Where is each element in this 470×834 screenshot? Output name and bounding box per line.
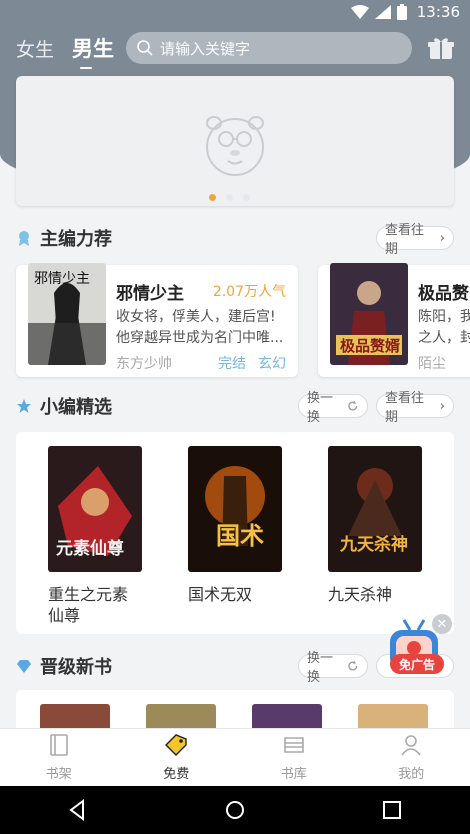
banner-pagination	[209, 194, 250, 201]
nav-bookshelf[interactable]: 书架	[0, 729, 118, 786]
view-history-button[interactable]: 查看往期 ›	[376, 223, 454, 257]
bottom-navigation: 书架 免费 书库 我的	[0, 728, 470, 786]
tab-female[interactable]: 女生	[16, 35, 54, 62]
book-title: 国术无双	[188, 585, 253, 604]
book-title: 邪情少主	[116, 284, 184, 304]
medal-icon	[19, 231, 29, 246]
book-author: 陌尘	[418, 356, 446, 372]
nav-label: 书库	[280, 767, 307, 782]
view-history-button[interactable]: 查看往期 ›	[376, 391, 454, 425]
refresh-button[interactable]: 换一换	[298, 651, 368, 685]
search-input[interactable]: 请输入关键字	[126, 32, 412, 64]
close-icon[interactable]: ✕	[432, 614, 452, 634]
nav-label: 书架	[45, 767, 72, 782]
book-description: 陈阳，我之人，封	[418, 309, 470, 346]
nav-profile[interactable]: 我的	[353, 729, 470, 786]
book-item[interactable]: 九天杀神 九天杀神	[328, 446, 422, 605]
system-navigation	[0, 786, 470, 834]
book-cover: 国术	[188, 446, 282, 572]
gift-icon[interactable]	[428, 36, 454, 60]
section-small-pick: 小编精选 换一换 查看往期 ›	[0, 390, 470, 425]
banner-carousel[interactable]	[16, 76, 454, 206]
banner-dot-active	[209, 194, 216, 201]
book-title: 极品赘	[418, 284, 469, 304]
nav-library[interactable]: 书库	[235, 729, 353, 786]
remove-ads-label: 免广告	[390, 654, 444, 674]
nav-label: 我的	[398, 767, 425, 782]
back-icon[interactable]	[67, 799, 89, 821]
book-tags: 完结 玄幻	[218, 353, 286, 373]
wifi-icon	[350, 5, 369, 19]
refresh-label: 换一换	[307, 651, 334, 685]
clock: 13:36	[416, 3, 460, 21]
nav-label: 免费	[163, 767, 190, 782]
search-placeholder: 请输入关键字	[160, 39, 251, 58]
featured-book-card[interactable]: 极品赘婿 极品赘 陈阳，我之人，封 陌尘	[318, 263, 470, 377]
free-tag-icon	[165, 734, 187, 756]
book-cover[interactable]	[146, 704, 216, 730]
picks-card: 元素仙尊 重生之元素仙尊 国术 国术无双 九天杀神 九天杀神	[16, 432, 454, 634]
popularity-count: 2.07万人气	[212, 284, 286, 300]
home-icon[interactable]	[224, 799, 246, 821]
chevron-right-icon: ›	[439, 230, 445, 246]
new-books-card	[16, 690, 454, 730]
book-author: 东方少帅	[116, 356, 172, 372]
book-cover: 元素仙尊	[48, 446, 142, 572]
nav-free[interactable]: 免费	[118, 729, 236, 786]
book-item[interactable]: 元素仙尊 重生之元素仙尊	[48, 446, 142, 626]
banner-dot	[243, 194, 250, 201]
svg-text:邪情少主: 邪情少主	[34, 271, 90, 287]
refresh-button[interactable]: 换一换	[298, 391, 368, 425]
bookshelf-icon	[49, 734, 68, 756]
book-title: 重生之元素仙尊	[48, 585, 129, 625]
section-title: 晋级新书	[40, 657, 112, 678]
svg-text:国术: 国术	[216, 521, 264, 550]
book-cover[interactable]	[252, 704, 322, 730]
library-icon	[283, 737, 304, 753]
tab-male[interactable]: 男生	[72, 33, 114, 69]
chevron-right-icon: ›	[439, 398, 445, 414]
book-cover: 邪情少主	[28, 263, 106, 365]
placeholder-mascot-image	[206, 116, 264, 176]
view-history-label: 查看往期	[385, 223, 425, 257]
book-description: 收女将，俘美人，建后宫!他穿越异世成为名门中唯...	[116, 309, 284, 346]
signal-icon	[374, 5, 391, 19]
diamond-icon	[17, 660, 31, 673]
view-history-label: 查看往期	[385, 391, 425, 425]
book-cover: 九天杀神	[328, 446, 422, 572]
book-cover: 极品赘婿	[330, 263, 408, 365]
book-title: 九天杀神	[328, 585, 393, 604]
book-item[interactable]: 国术 国术无双	[188, 446, 282, 605]
tag-status: 完结	[218, 356, 246, 372]
remove-ads-float[interactable]: ✕ 免广告	[384, 614, 452, 688]
recents-icon[interactable]	[381, 799, 403, 821]
book-cover[interactable]	[40, 704, 110, 730]
tag-genre: 玄幻	[258, 356, 286, 372]
svg-text:极品赘婿: 极品赘婿	[340, 337, 401, 355]
profile-icon	[401, 735, 421, 756]
section-title: 主编力荐	[40, 229, 112, 250]
top-bar: 女生 男生 请输入关键字	[0, 28, 470, 69]
battery-icon	[396, 4, 407, 20]
section-editor-pick: 主编力荐 查看往期 ›	[0, 222, 470, 257]
search-icon	[137, 40, 153, 56]
banner-dot	[226, 194, 233, 201]
svg-text:九天杀神: 九天杀神	[339, 534, 408, 555]
book-cover[interactable]	[358, 704, 428, 730]
refresh-icon	[348, 400, 358, 411]
refresh-label: 换一换	[307, 391, 334, 425]
status-bar: 13:36	[0, 0, 470, 24]
section-title: 小编精选	[40, 397, 112, 418]
svg-text:元素仙尊: 元素仙尊	[56, 538, 124, 559]
featured-book-card[interactable]: 邪情少主 邪情少主 2.07万人气 收女将，俘美人，建后宫!他穿越异世成为名门中…	[16, 263, 298, 377]
refresh-icon	[348, 660, 358, 671]
star-icon	[17, 399, 31, 413]
